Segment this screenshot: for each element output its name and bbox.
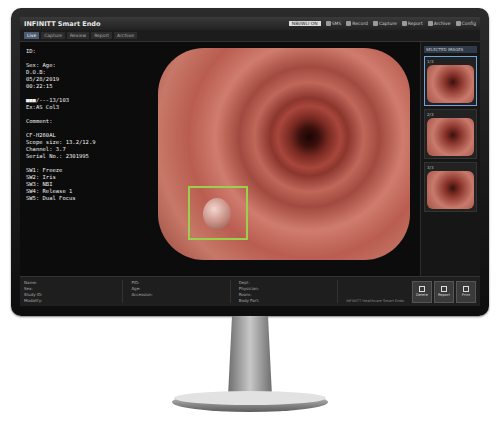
thumbnail-image [427, 65, 474, 103]
main-area: ID: Sex: Age:D.O.B:05/28/201900:22:15 ■■■/… [20, 42, 480, 276]
button-icon [441, 286, 447, 292]
tool-icon [346, 21, 351, 26]
info-field: Physician: [239, 286, 333, 291]
info-line: SW5: Dual Focus [26, 195, 142, 202]
info-line [26, 55, 142, 62]
thumbnail-image [427, 171, 474, 209]
button-icon [419, 286, 425, 292]
action-button[interactable]: Print [456, 281, 476, 303]
info-column: Dept:Physician:Room:Body Part: [239, 280, 338, 303]
info-field: Sex: [24, 286, 118, 291]
tab[interactable]: Review [67, 32, 89, 39]
tool-icon [373, 21, 378, 26]
info-line: ■■■/---13/103 [26, 97, 142, 104]
endoscopy-image [158, 48, 410, 260]
toolbar-button[interactable]: Capture [373, 21, 397, 26]
info-field: Name: [24, 280, 118, 285]
thumbnail-header: SELECTED IMAGES [424, 46, 477, 53]
tab-bar: LiveCaptureReviewReportArchive [20, 30, 480, 42]
thumbnail[interactable]: 2/3 [424, 109, 477, 159]
button-label: Delete [416, 293, 428, 297]
info-field: Age: [131, 286, 225, 291]
thumbnail[interactable]: 3/3 [424, 162, 477, 212]
info-line [26, 111, 142, 118]
info-field: Room: [239, 292, 333, 297]
info-field: Dept: [239, 280, 333, 285]
tab[interactable]: Capture [41, 32, 65, 39]
info-line: 00:22:15 [26, 83, 142, 90]
status-text: INFINITT Healthcare Smart Endo [346, 299, 404, 303]
info-line: SW2: Iris [26, 174, 142, 181]
info-bar: Name:Sex:Study ID:Modality: PID:Age:Acces… [20, 276, 480, 306]
screen: INFINITT Smart Endo NBI/WLI ON SMS Record Ca… [20, 17, 480, 306]
info-group: ■■■/---13/103Ex:AS Col3 Comment: [26, 97, 142, 125]
tool-icon [456, 21, 461, 26]
info-column: Name:Sex:Study ID:Modality: [24, 280, 123, 303]
info-line: SW4: Release 1 [26, 188, 142, 195]
info-line: Comment: [26, 118, 142, 125]
info-line: Sex: Age: [26, 62, 142, 69]
tool-icon [326, 21, 331, 26]
app-title: INFINITT Smart Endo [24, 20, 100, 28]
thumbnail-label: 1/3 [427, 59, 474, 64]
monitor: INFINITT Smart Endo NBI/WLI ON SMS Record Ca… [11, 8, 489, 316]
toolbar-button[interactable]: Report [402, 21, 423, 26]
polyp [203, 198, 231, 230]
toolbar-button[interactable]: Archive [428, 21, 451, 26]
tab[interactable]: Live [24, 32, 39, 39]
monitor-stand-icon [150, 316, 350, 421]
lesion-marker[interactable] [188, 186, 248, 240]
info-line: CF-H260AL [26, 132, 142, 139]
thumbnail-label: 3/3 [427, 165, 474, 170]
patient-panel: ID: Sex: Age:D.O.B:05/28/201900:22:15 ■■■/… [20, 42, 148, 276]
info-line: Serial No.: 2301995 [26, 153, 142, 160]
viewer [148, 42, 420, 276]
mode-field[interactable]: NBI/WLI ON [289, 21, 321, 26]
tab[interactable]: Report [91, 32, 112, 39]
thumbnail-image [427, 118, 474, 156]
thumbnail-panel: SELECTED IMAGES 1/3 2/3 3/3 [420, 42, 480, 276]
page: INFINITT Smart Endo NBI/WLI ON SMS Record Ca… [0, 0, 500, 433]
button-label: Print [462, 293, 470, 297]
info-line: Scope size: 13.2/12.9 [26, 139, 142, 146]
tool-icon [428, 21, 433, 26]
tool-icon [402, 21, 407, 26]
thumbnail[interactable]: 1/3 [424, 56, 477, 106]
info-field: Modality: [24, 298, 118, 303]
info-group: SW1: FreezeSW2: IrisSW3: NBISW4: Release… [26, 167, 142, 202]
toolbar-button[interactable]: SMS [326, 21, 342, 26]
info-field: Study ID: [24, 292, 118, 297]
info-line: Ex:AS Col3 [26, 104, 142, 111]
thumbnail-label: 2/3 [427, 112, 474, 117]
title-bar: INFINITT Smart Endo NBI/WLI ON SMS Record Ca… [20, 17, 480, 30]
info-line: ID: [26, 48, 142, 55]
action-button[interactable]: Delete [412, 281, 432, 303]
info-field: Body Part: [239, 298, 333, 303]
info-line: D.O.B: [26, 69, 142, 76]
button-label: Report [438, 293, 450, 297]
action-buttons: Delete Report Print [412, 280, 476, 303]
info-line: SW1: Freeze [26, 167, 142, 174]
info-column: PID:Age:Accession: [131, 280, 230, 303]
action-button[interactable]: Report [434, 281, 454, 303]
toolbar: NBI/WLI ON SMS Record Capture Report Archive C… [289, 21, 476, 26]
button-icon [463, 286, 469, 292]
info-field: Accession: [131, 292, 225, 297]
info-line: SW3: NBI [26, 181, 142, 188]
toolbar-button[interactable]: Record [346, 21, 368, 26]
info-line: 05/28/2019 [26, 76, 142, 83]
info-field: PID: [131, 280, 225, 285]
info-line: Channel: 3.7 [26, 146, 142, 153]
info-group: CF-H260ALScope size: 13.2/12.9Channel: 3… [26, 132, 142, 160]
toolbar-button[interactable]: Config [456, 21, 476, 26]
info-group: ID: Sex: Age:D.O.B:05/28/201900:22:15 [26, 48, 142, 90]
tab[interactable]: Archive [114, 32, 137, 39]
